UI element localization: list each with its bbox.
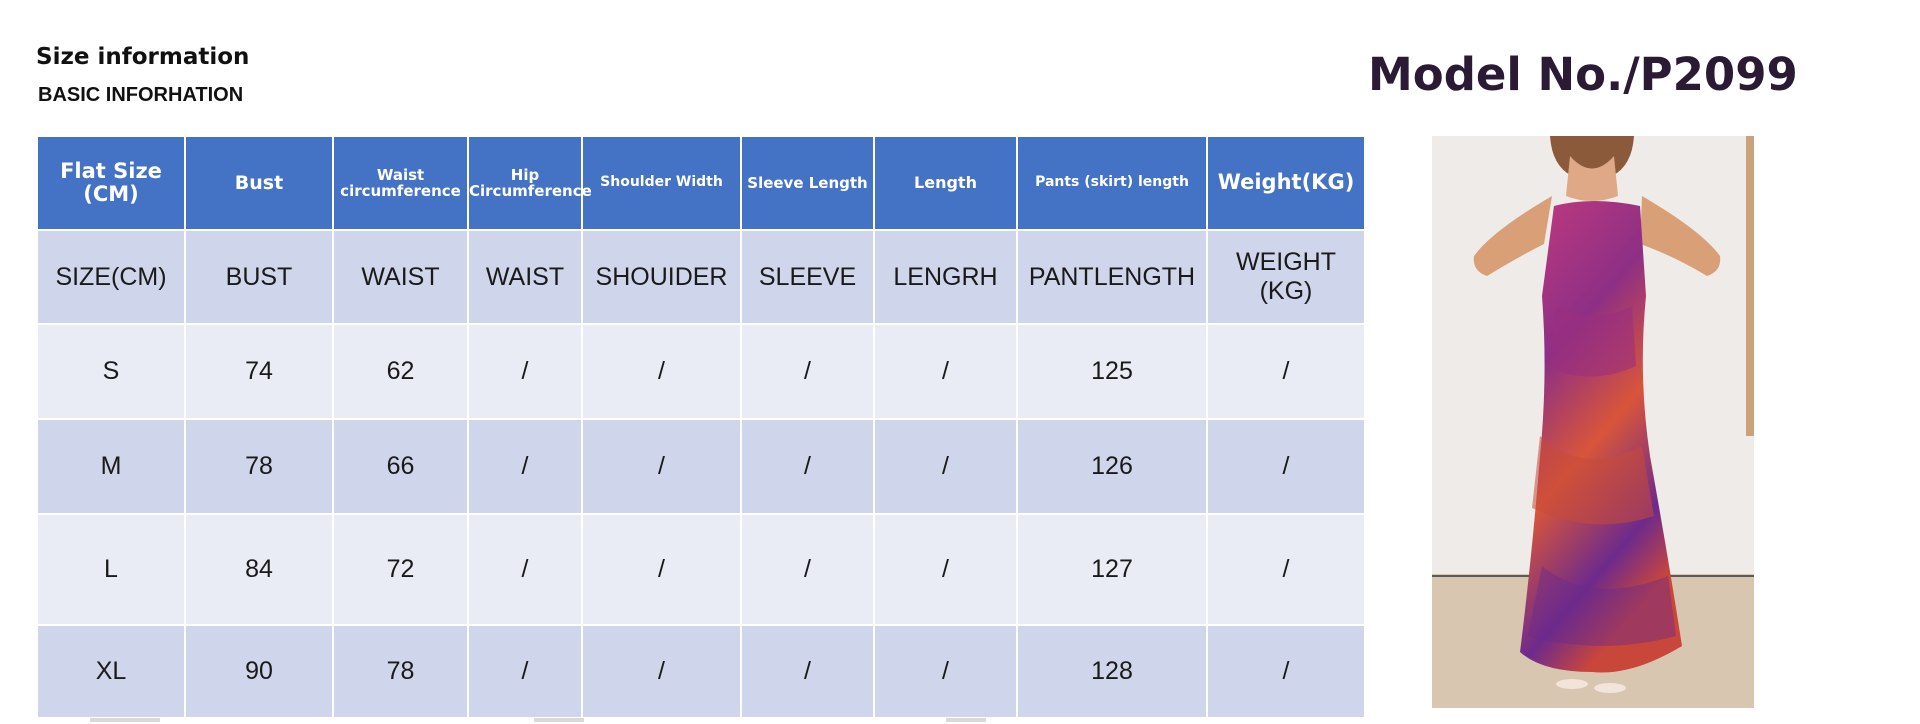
table-cell: / [467,418,583,515]
table-cell: WEIGHT (KG) [1206,229,1366,325]
table-subheader-row: SIZE(CM) BUST WAIST WAIST SHOUIDER SLEEV… [36,229,1366,325]
table-cell: 84 [184,513,334,626]
model-number: Model No./P2099 [1368,48,1798,101]
column-header: Flat Size (CM) [36,135,186,231]
table-cell: / [581,513,742,626]
column-header: Shoulder Width [581,135,742,231]
table-cell: / [740,513,875,626]
column-header: Hip Circumference [467,135,592,231]
page-title: Size information [36,44,250,70]
table-cell: L [36,513,186,626]
table-cell: 66 [332,418,469,515]
column-header: Pants (skirt) length [1016,135,1208,231]
footer-fragment [534,718,584,722]
table-header-row: Flat Size (CM) Bust Waist circumference … [36,135,1366,231]
size-table: Flat Size (CM) Bust Waist circumference … [36,135,1366,719]
model-photo-illustration [1432,136,1754,708]
table-cell: WAIST [332,229,469,325]
table-row: XL 90 78 / / / / 128 / [36,624,1366,719]
table-cell: 78 [332,624,469,719]
table-cell: 72 [332,513,469,626]
column-header: Length [873,135,1018,231]
table-cell: / [873,418,1018,515]
table-cell: PANTLENGTH [1016,229,1208,325]
table-cell: SLEEVE [740,229,875,325]
table-cell: / [873,624,1018,719]
table-cell: LENGRH [873,229,1018,325]
table-cell: 128 [1016,624,1208,719]
table-cell: 78 [184,418,334,515]
table-cell: 90 [184,624,334,719]
table-cell: / [467,624,583,719]
model-photo [1432,136,1754,708]
table-cell: / [1206,624,1366,719]
table-cell: 126 [1016,418,1208,515]
table-cell: / [873,513,1018,626]
table-cell: BUST [184,229,334,325]
table-cell: 127 [1016,513,1208,626]
table-cell: SIZE(CM) [36,229,186,325]
column-header: Weight(KG) [1206,135,1366,231]
table-cell: / [467,323,583,420]
table-row: M 78 66 / / / / 126 / [36,418,1366,515]
footer-fragment [90,718,160,722]
footer-fragment [946,718,986,722]
column-header: Bust [184,135,334,231]
table-cell: 74 [184,323,334,420]
column-header: Waist circumference [332,135,469,231]
table-cell: / [581,418,742,515]
table-cell: S [36,323,186,420]
table-cell: / [1206,513,1366,626]
column-header: Sleeve Length [740,135,875,231]
table-cell: / [740,624,875,719]
table-row: L 84 72 / / / / 127 / [36,513,1366,626]
table-cell: SHOUIDER [581,229,742,325]
table-cell: / [740,323,875,420]
table-cell: / [581,624,742,719]
table-cell: / [873,323,1018,420]
table-cell: M [36,418,186,515]
table-cell: / [467,513,583,626]
table-row: S 74 62 / / / / 125 / [36,323,1366,420]
table-cell: WAIST [467,229,583,325]
table-cell: 125 [1016,323,1208,420]
table-cell: / [1206,418,1366,515]
table-cell: / [740,418,875,515]
table-cell: / [581,323,742,420]
table-cell: XL [36,624,186,719]
table-cell: 62 [332,323,469,420]
table-cell: / [1206,323,1366,420]
section-subtitle: BASIC INFORHATION [38,84,244,106]
